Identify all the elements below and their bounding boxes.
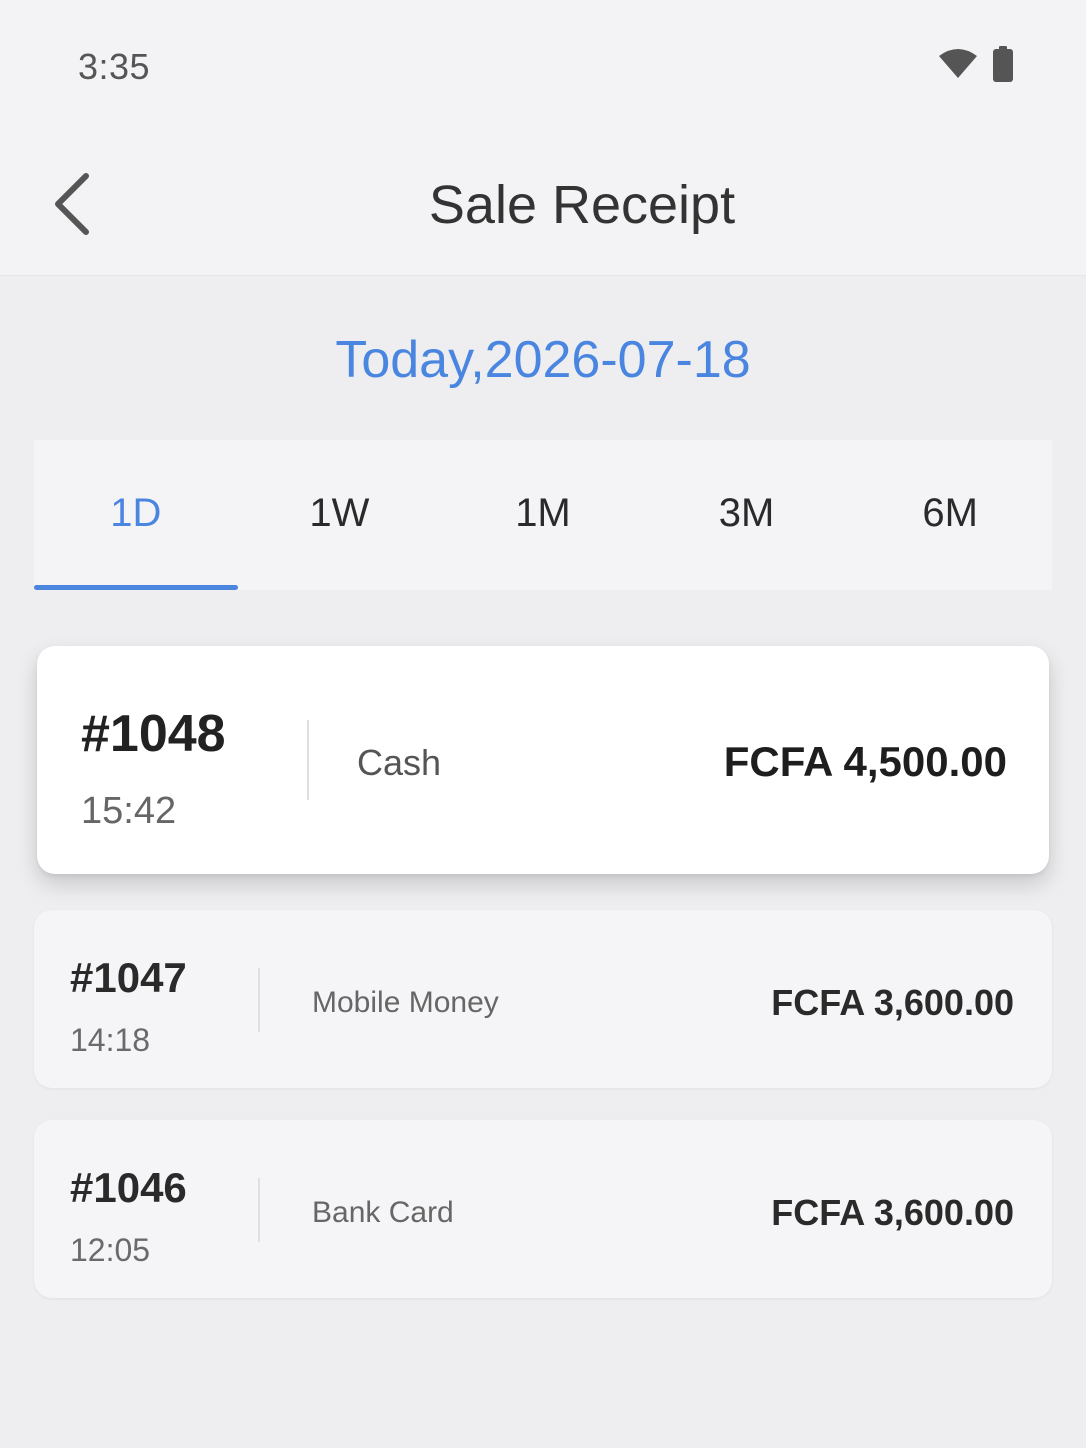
- receipt-number: #1048: [81, 705, 226, 763]
- status-icons: [938, 46, 1014, 82]
- divider: [258, 968, 260, 1032]
- receipt-card[interactable]: #1046 12:05 Bank Card FCFA 3,600.00: [34, 1120, 1052, 1298]
- divider: [258, 1178, 260, 1242]
- wifi-icon: [939, 49, 977, 78]
- receipt-number: #1046: [70, 1164, 187, 1211]
- tab-3m[interactable]: 3M: [645, 440, 849, 590]
- receipt-time: 14:18: [70, 1022, 151, 1058]
- tab-1m[interactable]: 1M: [441, 440, 645, 590]
- receipt-time: 15:42: [81, 790, 177, 832]
- receipt-amount: FCFA 3,600.00: [771, 982, 1014, 1023]
- date-label[interactable]: Today,2026-07-18: [0, 330, 1086, 390]
- tab-1w[interactable]: 1W: [238, 440, 442, 590]
- receipt-amount: FCFA 3,600.00: [771, 1192, 1014, 1233]
- status-bar: 3:35: [0, 0, 1086, 130]
- app-bar: Sale Receipt: [0, 130, 1086, 276]
- payment-method: Cash: [357, 742, 442, 783]
- divider: [307, 720, 309, 800]
- receipt-number: #1047: [70, 954, 187, 1001]
- payment-method: Bank Card: [312, 1196, 454, 1229]
- tab-1d[interactable]: 1D: [34, 440, 238, 590]
- receipt-card[interactable]: #1048 15:42 Cash FCFA 4,500.00: [37, 646, 1049, 874]
- receipt-card[interactable]: #1047 14:18 Mobile Money FCFA 3,600.00: [34, 910, 1052, 1088]
- battery-icon: [993, 46, 1013, 82]
- receipt-time: 12:05: [70, 1232, 151, 1268]
- status-time: 3:35: [78, 46, 151, 87]
- period-tabs: 1D 1W 1M 3M 6M: [34, 440, 1052, 590]
- page-title: Sale Receipt: [428, 175, 736, 235]
- receipt-amount: FCFA 4,500.00: [723, 738, 1007, 785]
- payment-method: Mobile Money: [312, 986, 499, 1019]
- tab-6m[interactable]: 6M: [848, 440, 1052, 590]
